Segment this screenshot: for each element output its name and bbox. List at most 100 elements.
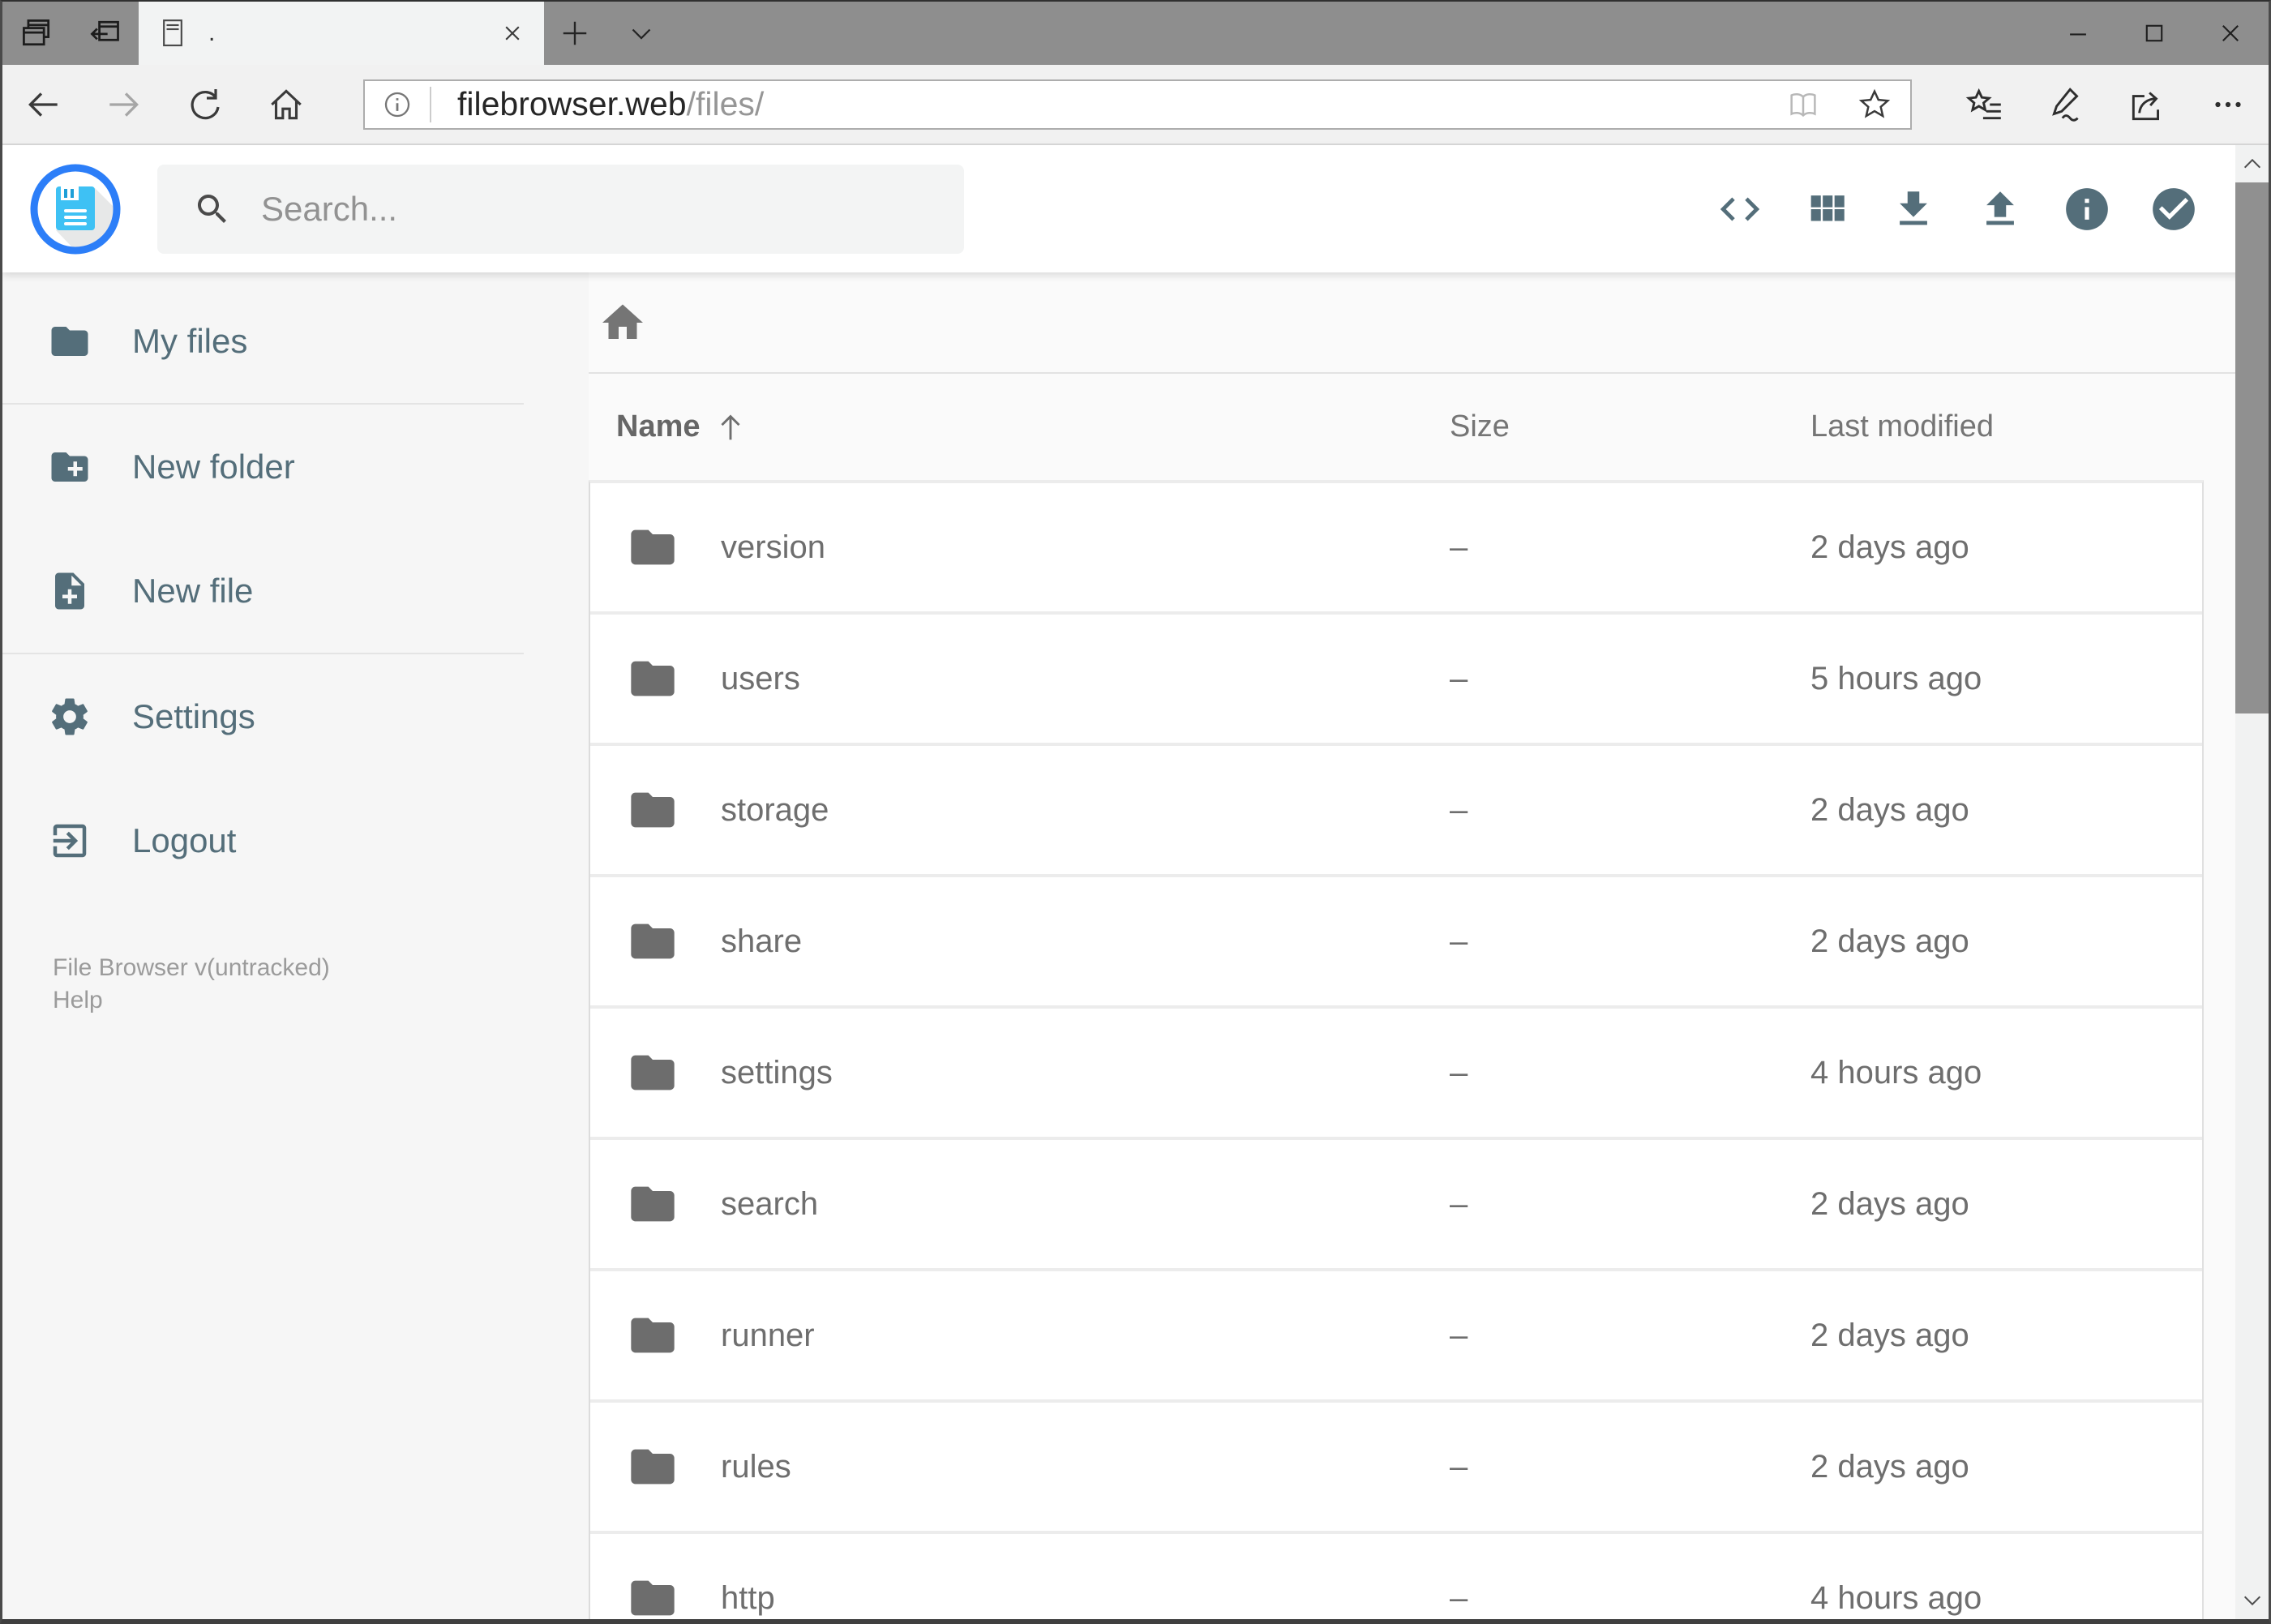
minimize-button[interactable] (2040, 2, 2116, 65)
file-row[interactable]: users – 5 hours ago (590, 615, 2202, 746)
file-size: – (1450, 1448, 1468, 1485)
scroll-up-icon[interactable] (2235, 145, 2269, 182)
file-size: – (1450, 791, 1468, 828)
file-modified: 5 hours ago (1810, 660, 1982, 696)
folder-icon (627, 1572, 679, 1619)
site-info-icon[interactable] (365, 88, 430, 122)
grid-view-icon[interactable] (1783, 165, 1870, 254)
search-input[interactable] (261, 189, 910, 229)
tab-list-chevron-icon[interactable] (606, 2, 677, 65)
set-tabs-aside-icon[interactable] (71, 2, 139, 65)
file-name-cell: version (590, 521, 1446, 573)
folder-icon (627, 915, 679, 967)
file-modified: 4 hours ago (1810, 1054, 1982, 1091)
file-name-cell: settings (590, 1047, 1446, 1099)
file-row[interactable]: share – 2 days ago (590, 877, 2202, 1009)
favorites-hub-icon[interactable] (1944, 64, 2025, 144)
file-name-cell: storage (590, 784, 1446, 836)
sidebar-item-new-file[interactable]: New file (2, 529, 589, 653)
address-bar[interactable]: filebrowser.web/files/ (363, 79, 1912, 130)
back-button[interactable] (2, 64, 84, 144)
tab-close-icon[interactable] (499, 19, 526, 47)
address-separator (430, 86, 431, 122)
file-name: runner (721, 1317, 815, 1353)
raw-code-icon[interactable] (1696, 165, 1783, 254)
more-options-icon[interactable] (2187, 64, 2269, 144)
window-controls (2040, 2, 2269, 65)
select-check-icon[interactable] (2130, 165, 2217, 254)
file-name-cell: rules (590, 1441, 1446, 1493)
gear-icon (48, 695, 92, 739)
upload-icon[interactable] (1956, 165, 2043, 254)
file-row[interactable]: rules – 2 days ago (590, 1403, 2202, 1534)
scroll-down-icon[interactable] (2235, 1582, 2269, 1619)
search-box[interactable] (157, 164, 964, 254)
tab-title: . (208, 19, 216, 46)
folder-icon (627, 1047, 679, 1099)
page-content: My files New folder New file Settings Lo… (2, 272, 2269, 1619)
file-name-cell: runner (590, 1309, 1446, 1361)
close-window-button[interactable] (2192, 2, 2269, 65)
file-size: – (1450, 1054, 1468, 1091)
home-button[interactable] (246, 64, 327, 144)
download-icon[interactable] (1870, 165, 1956, 254)
file-row[interactable]: search – 2 days ago (590, 1140, 2202, 1271)
folder-icon (627, 1441, 679, 1493)
folder-icon (48, 319, 92, 363)
url-path: /files/ (686, 85, 765, 122)
scrollbar-thumb[interactable] (2235, 182, 2269, 713)
folder-icon (627, 521, 679, 573)
app-header (2, 145, 2269, 272)
column-header-name[interactable]: Name (589, 409, 1446, 446)
file-row[interactable]: settings – 4 hours ago (590, 1009, 2202, 1140)
page-scrollbar[interactable] (2235, 145, 2269, 1619)
file-name: search (721, 1185, 819, 1222)
listing-header: Name Size Last modified (589, 374, 2204, 480)
file-row[interactable]: runner – 2 days ago (590, 1271, 2202, 1403)
file-name-cell: users (590, 653, 1446, 705)
column-header-size[interactable]: Size (1446, 409, 1810, 444)
sidebar-item-my-files[interactable]: My files (2, 279, 589, 403)
file-row[interactable]: storage – 2 days ago (590, 746, 2202, 877)
file-row[interactable]: http – 4 hours ago (590, 1534, 2202, 1619)
web-note-pen-icon[interactable] (2025, 64, 2106, 144)
main-area: Name Size Last modified version – 2 days… (589, 272, 2269, 1619)
file-modified: 4 hours ago (1810, 1579, 1982, 1616)
info-icon[interactable] (2043, 165, 2130, 254)
file-row[interactable]: version – 2 days ago (590, 483, 2202, 615)
logout-icon (48, 819, 92, 863)
column-header-modified[interactable]: Last modified (1810, 409, 2204, 444)
sidebar-item-label: Logout (132, 821, 237, 859)
column-name-label: Name (616, 409, 701, 443)
sidebar-item-label: New folder (132, 447, 295, 486)
add-favorite-star-icon[interactable] (1839, 86, 1910, 123)
file-name: http (721, 1579, 775, 1616)
file-name: settings (721, 1054, 833, 1091)
file-size: – (1450, 1317, 1468, 1353)
help-link[interactable]: Help (53, 984, 330, 1016)
sidebar-item-logout[interactable]: Logout (2, 778, 589, 902)
sidebar-item-label: New file (132, 571, 254, 610)
url-host: filebrowser.web (457, 85, 687, 122)
filebrowser-logo (30, 164, 121, 255)
sort-ascending-icon (720, 414, 740, 439)
folder-icon (627, 1178, 679, 1230)
file-size: – (1450, 1185, 1468, 1222)
file-name-cell: search (590, 1178, 1446, 1230)
folder-icon (627, 784, 679, 836)
file-size: – (1450, 660, 1468, 696)
file-size: – (1450, 529, 1468, 565)
filebrowser-page: My files New folder (2, 145, 2269, 1619)
new-tab-button[interactable] (544, 2, 606, 65)
refresh-button[interactable] (165, 64, 246, 144)
tabs-preview-icon[interactable] (2, 2, 71, 65)
file-modified: 2 days ago (1810, 791, 1969, 828)
share-icon[interactable] (2106, 64, 2187, 144)
maximize-button[interactable] (2116, 2, 2192, 65)
sidebar-item-settings[interactable]: Settings (2, 654, 589, 778)
browser-tab[interactable]: . (139, 2, 544, 65)
forward-button[interactable] (84, 64, 165, 144)
breadcrumb-home-icon[interactable] (598, 298, 647, 347)
reading-view-icon[interactable] (1768, 86, 1839, 123)
sidebar-item-new-folder[interactable]: New folder (2, 405, 589, 529)
